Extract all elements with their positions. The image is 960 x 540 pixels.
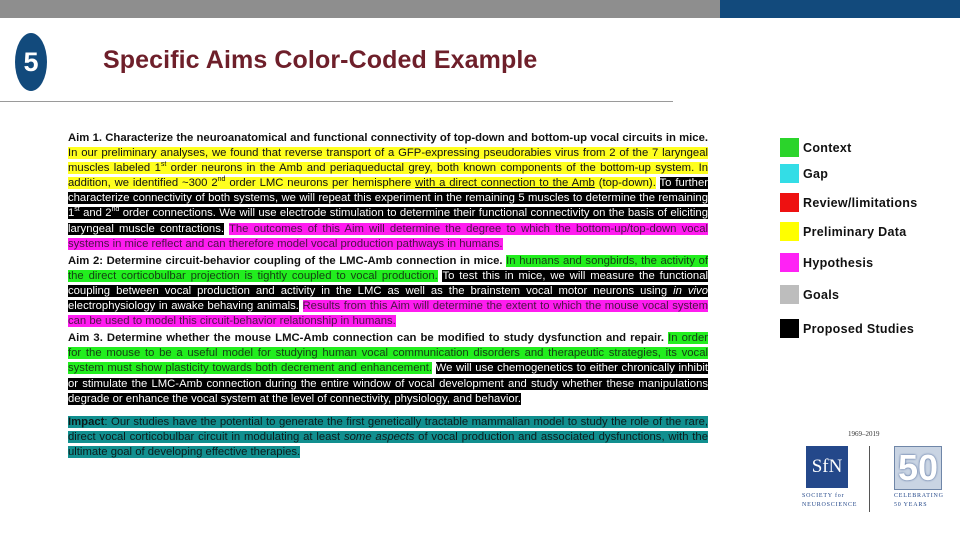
aim1-heading: Aim 1. Characterize the neuroanatomical … — [68, 132, 708, 144]
legend-label: Hypothesis — [803, 255, 874, 270]
legend-item-preliminary-data: Preliminary Data — [780, 222, 906, 241]
fifty-years-mark: 50 — [894, 446, 942, 490]
aim2-paragraph: Aim 2: Determine circuit-behavior coupli… — [68, 254, 708, 329]
legend-swatch-gap — [780, 164, 799, 183]
legend-item-goals: Goals — [780, 285, 839, 304]
sfn-line2: NEUROSCIENCE — [802, 502, 858, 508]
impact-paragraph: Impact: Our studies have the potential t… — [68, 415, 708, 460]
legend-item-proposed-studies: Proposed Studies — [780, 319, 914, 338]
sfn-line1: SOCIETY for — [802, 493, 845, 499]
fifty-years-text: CELEBRATING 50 YEARS — [894, 492, 944, 510]
aim1-proposed-text-b: and 2 — [79, 207, 112, 220]
legend-item-review-limitations: Review/limitations — [780, 193, 917, 212]
legend-swatch-review — [780, 193, 799, 212]
impact-italic: some aspects — [344, 430, 415, 443]
aim3-heading: Aim 3. Determine whether the mouse LMC-A… — [68, 332, 665, 345]
title-divider — [0, 101, 673, 102]
sfn-logo-text: SOCIETY for NEUROSCIENCE — [802, 492, 857, 510]
aim2-heading: Aim 2: Determine circuit-behavior coupli… — [68, 254, 503, 267]
legend-swatch-proposed — [780, 319, 799, 338]
impact-label: Impact — [68, 415, 105, 428]
aim2-proposed-italic: in vivo — [673, 284, 708, 297]
aim3-paragraph: Aim 3. Determine whether the mouse LMC-A… — [68, 331, 709, 406]
aim1-prelim-text-d: (top-down). — [594, 177, 656, 190]
legend-label: Context — [803, 140, 852, 155]
top-bar-blue — [720, 0, 960, 18]
legend-label: Review/limitations — [803, 195, 918, 210]
impact-statement: Impact: Our studies have the potential t… — [68, 415, 708, 458]
aim1-preliminary-data: In our preliminary analyses, we found th… — [68, 147, 708, 190]
logo-divider — [869, 446, 870, 512]
legend-swatch-preliminary — [780, 222, 799, 241]
aim1-paragraph: Aim 1. Characterize the neuroanatomical … — [68, 131, 708, 252]
top-bar-gray — [0, 0, 720, 18]
legend-item-context: Context — [780, 138, 852, 157]
legend-swatch-context — [780, 138, 799, 157]
legend-label: Preliminary Data — [803, 224, 907, 239]
legend-item-gap: Gap — [780, 164, 828, 183]
legend-swatch-goals — [780, 285, 799, 304]
aim1-prelim-underlined: with a direct connection to the Amb — [415, 177, 595, 190]
aim1-prelim-text-c: order LMC neurons per hemisphere — [225, 177, 416, 190]
sfn-50-years-logo: 1969–2019 SfN SOCIETY for NEUROSCIENCE 5… — [800, 430, 943, 520]
sfn-logo-mark: SfN — [806, 446, 848, 488]
legend-item-hypothesis: Hypothesis — [780, 253, 873, 272]
aim2-proposed-text-b: electrophysiology in awake behaving anim… — [68, 300, 299, 313]
legend-label: Gap — [803, 166, 829, 181]
legend-label: Proposed Studies — [803, 321, 915, 336]
slide-number-badge: 5 — [15, 33, 47, 91]
legend-label: Goals — [803, 287, 840, 302]
anniversary-line2: 50 YEARS — [894, 502, 928, 508]
legend-swatch-hypothesis — [780, 253, 799, 272]
logo-years: 1969–2019 — [848, 430, 880, 438]
specific-aims-document: Aim 1. Characterize the neuroanatomical … — [68, 131, 709, 461]
slide-title: Specific Aims Color-Coded Example — [103, 46, 538, 74]
anniversary-line1: CELEBRATING — [894, 493, 944, 499]
